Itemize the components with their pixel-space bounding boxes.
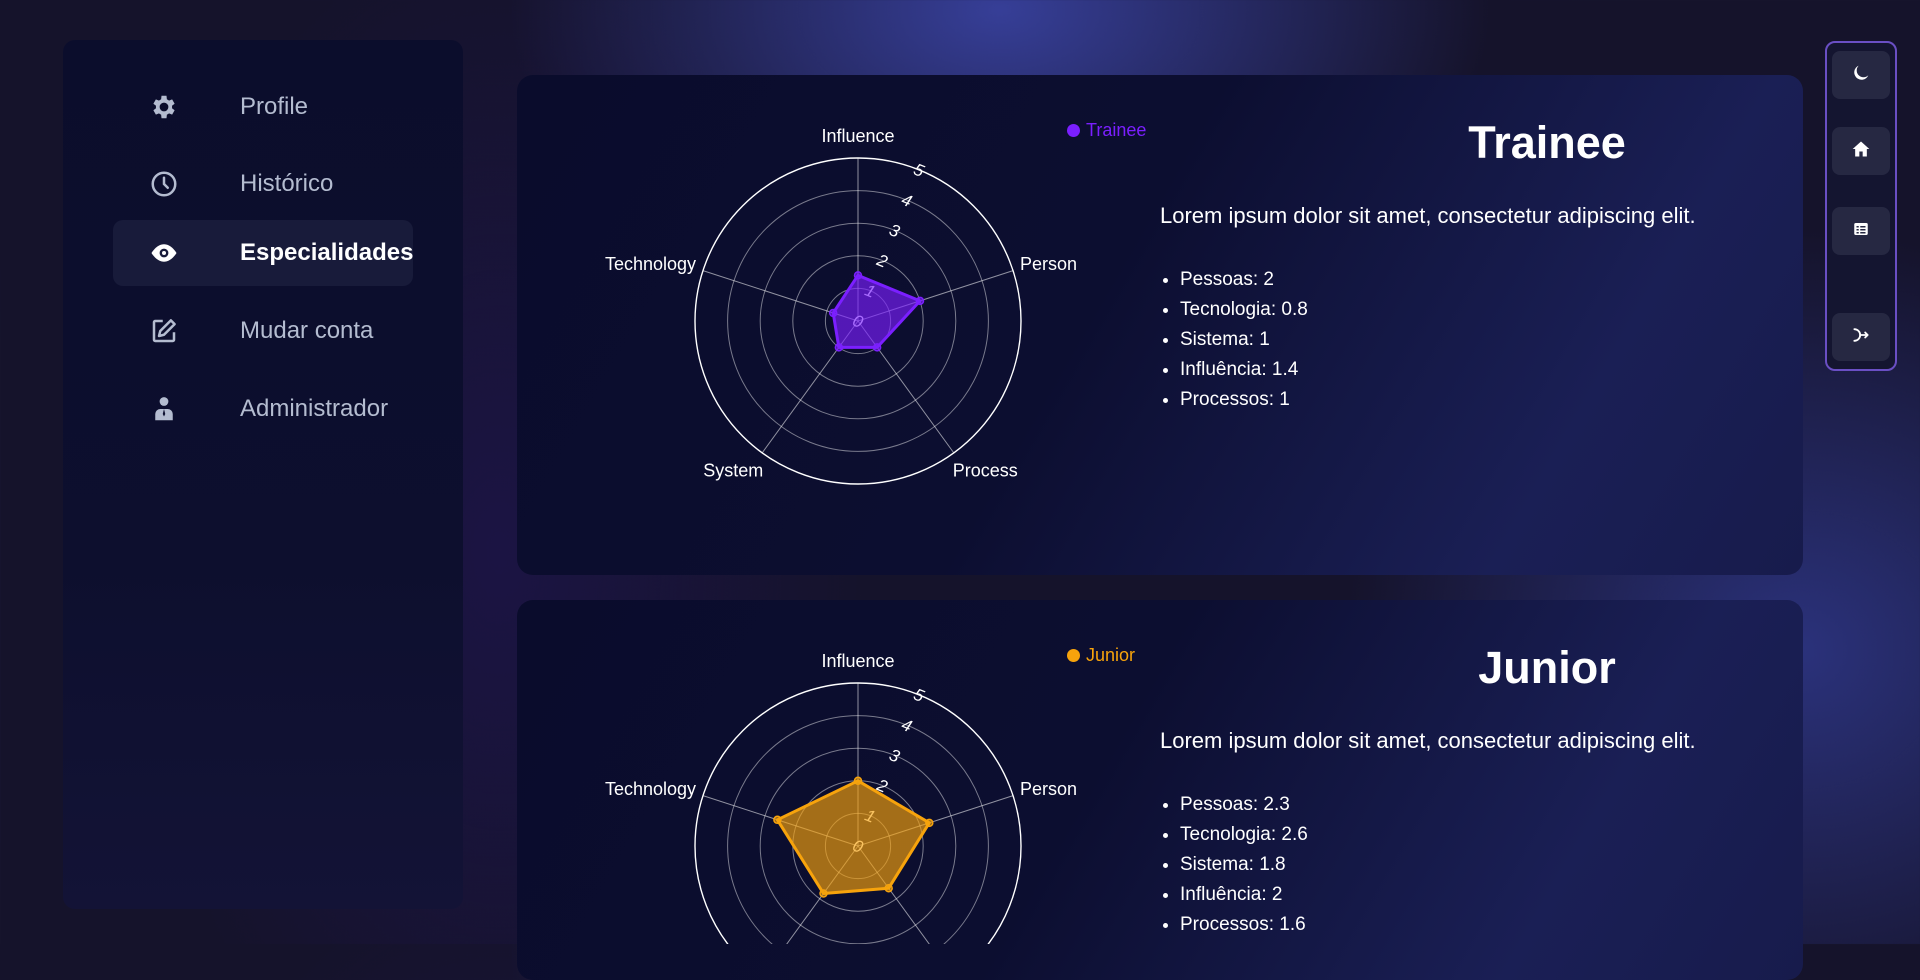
specialty-card-trainee: InfluencePersonProcessSystemTechnology01… [517,75,1803,575]
home-button[interactable] [1832,127,1890,175]
radar-axis-label: Influence [821,651,894,671]
radar-tick-label: 5 [911,685,927,706]
specialty-card-junior: InfluencePersonProcessSystemTechnology01… [517,600,1803,980]
list-button[interactable] [1832,207,1890,255]
radar-series-area [831,273,922,349]
card-title: Trainee [1468,117,1626,168]
eye-icon [149,238,179,268]
list-item: Influência: 2 [1180,880,1308,910]
list-item: Tecnologia: 2.6 [1180,820,1308,850]
card-description: Lorem ipsum dolor sit amet, consectetur … [1160,728,1696,753]
list-item: Sistema: 1.8 [1180,850,1308,880]
radar-data-point [915,296,925,306]
radar-axis-label: Process [953,461,1018,481]
sidebar-item-label: Especialidades [240,239,414,266]
radar-axis-label: System [703,461,763,481]
radar-data-point [884,883,893,893]
gear-icon [149,92,179,122]
radar-tick-label: 4 [899,715,915,736]
legend-dot [1067,124,1080,137]
radar-axis-label: Influence [821,126,894,146]
sidebar-item-label: Profile [240,93,309,120]
card-description: Lorem ipsum dolor sit amet, consectetur … [1160,203,1696,228]
radar-data-point [872,343,882,352]
radar-data-point [834,343,844,352]
radar-chart: InfluencePersonProcessSystemTechnology01… [605,651,1077,944]
stats-list: Pessoas: 2 Tecnologia: 0.8 Sistema: 1 In… [1180,265,1308,415]
sidebar-item-profile[interactable]: Profile [113,74,413,140]
legend-dot [1067,649,1080,662]
radar-axis-label: Person [1020,779,1077,799]
radar-tick-label: 5 [911,160,927,181]
logout-icon [1851,325,1871,350]
clock-icon [149,169,179,199]
radar-tick-label: 4 [899,190,915,211]
sidebar-item-label: Administrador [240,395,389,422]
list-item: Sistema: 1 [1180,325,1308,355]
list-icon [1852,220,1870,243]
sidebar-item-historico[interactable]: Histórico [113,151,413,217]
radar-tick-label: 2 [873,250,890,272]
radar-data-point [819,889,828,898]
list-item: Pessoas: 2 [1180,265,1308,295]
radar-data-point [853,271,863,280]
sidebar-item-especialidades[interactable]: Especialidades [113,220,413,286]
sidebar: Profile Histórico Especialidades Mudar c… [63,40,463,909]
stats-list: Pessoas: 2.3 Tecnologia: 2.6 Sistema: 1.… [1180,790,1308,940]
radar-axis-label: Technology [605,779,696,799]
home-icon [1851,139,1871,164]
sidebar-item-mudar-conta[interactable]: Mudar conta [113,298,413,364]
radar-data-point [853,776,863,786]
list-item: Processos: 1 [1180,385,1308,415]
radar-data-point [925,818,934,828]
theme-toggle-button[interactable] [1832,51,1890,99]
right-toolbar [1825,41,1897,371]
radar-axis-label: Technology [605,254,696,274]
radar-tick-label: 3 [887,745,903,766]
list-item: Processos: 1.6 [1180,910,1308,940]
card-title: Junior [1478,642,1616,693]
radar-data-point [773,815,782,825]
sidebar-item-administrador[interactable]: Administrador [113,376,413,442]
sidebar-item-label: Mudar conta [240,317,374,344]
radar-chart: InfluencePersonProcessSystemTechnology01… [605,126,1077,485]
radar-data-point [828,308,838,318]
list-item: Pessoas: 2.3 [1180,790,1308,820]
sidebar-item-label: Histórico [240,170,334,197]
list-item: Tecnologia: 0.8 [1180,295,1308,325]
admin-user-icon [149,394,179,424]
radar-axis-label: Person [1020,254,1077,274]
logout-button[interactable] [1832,313,1890,361]
edit-icon [149,316,179,346]
radar-tick-label: 3 [887,220,903,241]
moon-icon [1850,62,1872,89]
list-item: Influência: 1.4 [1180,355,1308,385]
